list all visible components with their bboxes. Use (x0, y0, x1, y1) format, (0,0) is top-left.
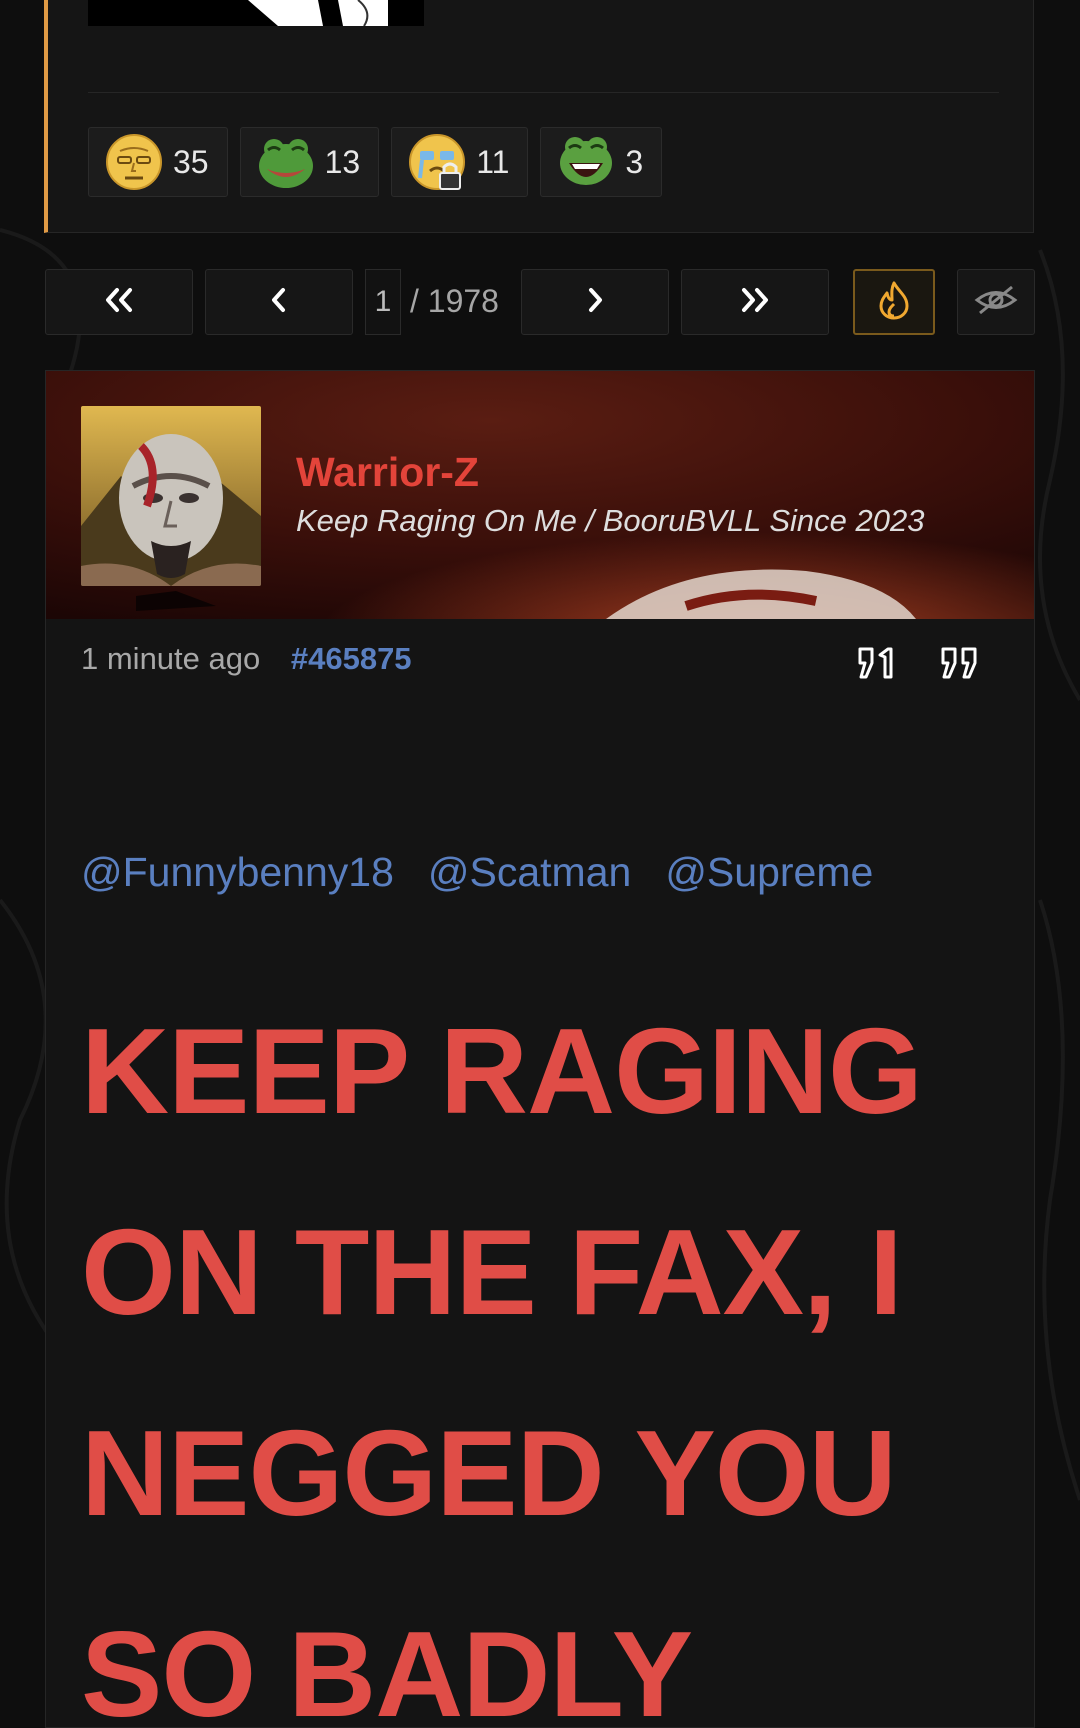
hide-button[interactable] (957, 269, 1035, 335)
laughing-frog-emoji-icon (557, 133, 615, 191)
double-chevron-right-icon (739, 286, 771, 319)
previous-page-button[interactable] (205, 269, 353, 335)
post-timestamp: 1 minute ago (81, 641, 261, 676)
flame-icon (877, 280, 911, 325)
post-image[interactable] (88, 0, 424, 26)
divider (88, 92, 999, 93)
reaction-button[interactable]: 35 (88, 127, 228, 197)
username[interactable]: Warrior-Z (296, 449, 479, 496)
reaction-count: 35 (173, 143, 209, 180)
next-page-button[interactable] (521, 269, 669, 335)
post-meta: 1 minute ago #465875 (81, 641, 412, 677)
user-tagline: Keep Raging On Me / BooruBVLL Since 2023 (296, 503, 925, 538)
page-number-input[interactable] (365, 269, 401, 335)
double-chevron-left-icon (103, 286, 135, 319)
forum-post: Warrior-Z Keep Raging On Me / BooruBVLL … (45, 370, 1035, 1728)
page-total-label: / 1978 (410, 283, 499, 319)
reactions-bar: 35 13 11 3 (88, 127, 663, 197)
reaction-count: 11 (476, 143, 510, 180)
post-body: KEEP RAGING ON THE FAX, I NEGGED YOU SO … (81, 971, 1021, 1728)
mentions: @Funnybenny18 @Scatman @Supreme (81, 849, 873, 896)
chevron-right-icon (585, 286, 605, 319)
quote-one-icon (856, 647, 900, 689)
avatar[interactable] (81, 406, 261, 586)
reaction-button[interactable]: 13 (239, 127, 380, 197)
stern-face-emoji-icon (105, 133, 163, 191)
quote-marks-icon (939, 647, 983, 689)
post-body-line: SO BADLY (81, 1606, 693, 1728)
mention-link[interactable]: @Supreme (665, 849, 873, 896)
post-body-line: ON THE FAX, I (81, 1204, 903, 1340)
hot-toggle-button[interactable] (853, 269, 935, 335)
reaction-button[interactable]: 3 (540, 127, 663, 197)
post-body-line: KEEP RAGING (81, 1003, 923, 1139)
quote-button[interactable] (856, 641, 900, 685)
reaction-count: 3 (625, 143, 644, 180)
first-page-button[interactable] (45, 269, 193, 335)
last-page-button[interactable] (681, 269, 829, 335)
reaction-button[interactable]: 11 (391, 127, 529, 197)
multi-quote-button[interactable] (939, 641, 983, 685)
post-body-line: NEGGED YOU (81, 1405, 897, 1541)
mention-link[interactable]: @Funnybenny18 (81, 849, 394, 896)
reaction-count: 13 (324, 143, 361, 180)
post-number-link[interactable]: #465875 (291, 641, 412, 676)
chevron-left-icon (269, 286, 289, 319)
eye-off-icon (974, 283, 1018, 322)
smiling-frog-emoji-icon (257, 133, 315, 191)
pagination: / 1978 (45, 269, 1035, 335)
previous-post: 35 13 11 3 (44, 0, 1034, 233)
crying-locked-face-emoji-icon (408, 133, 466, 191)
mention-link[interactable]: @Scatman (428, 849, 631, 896)
